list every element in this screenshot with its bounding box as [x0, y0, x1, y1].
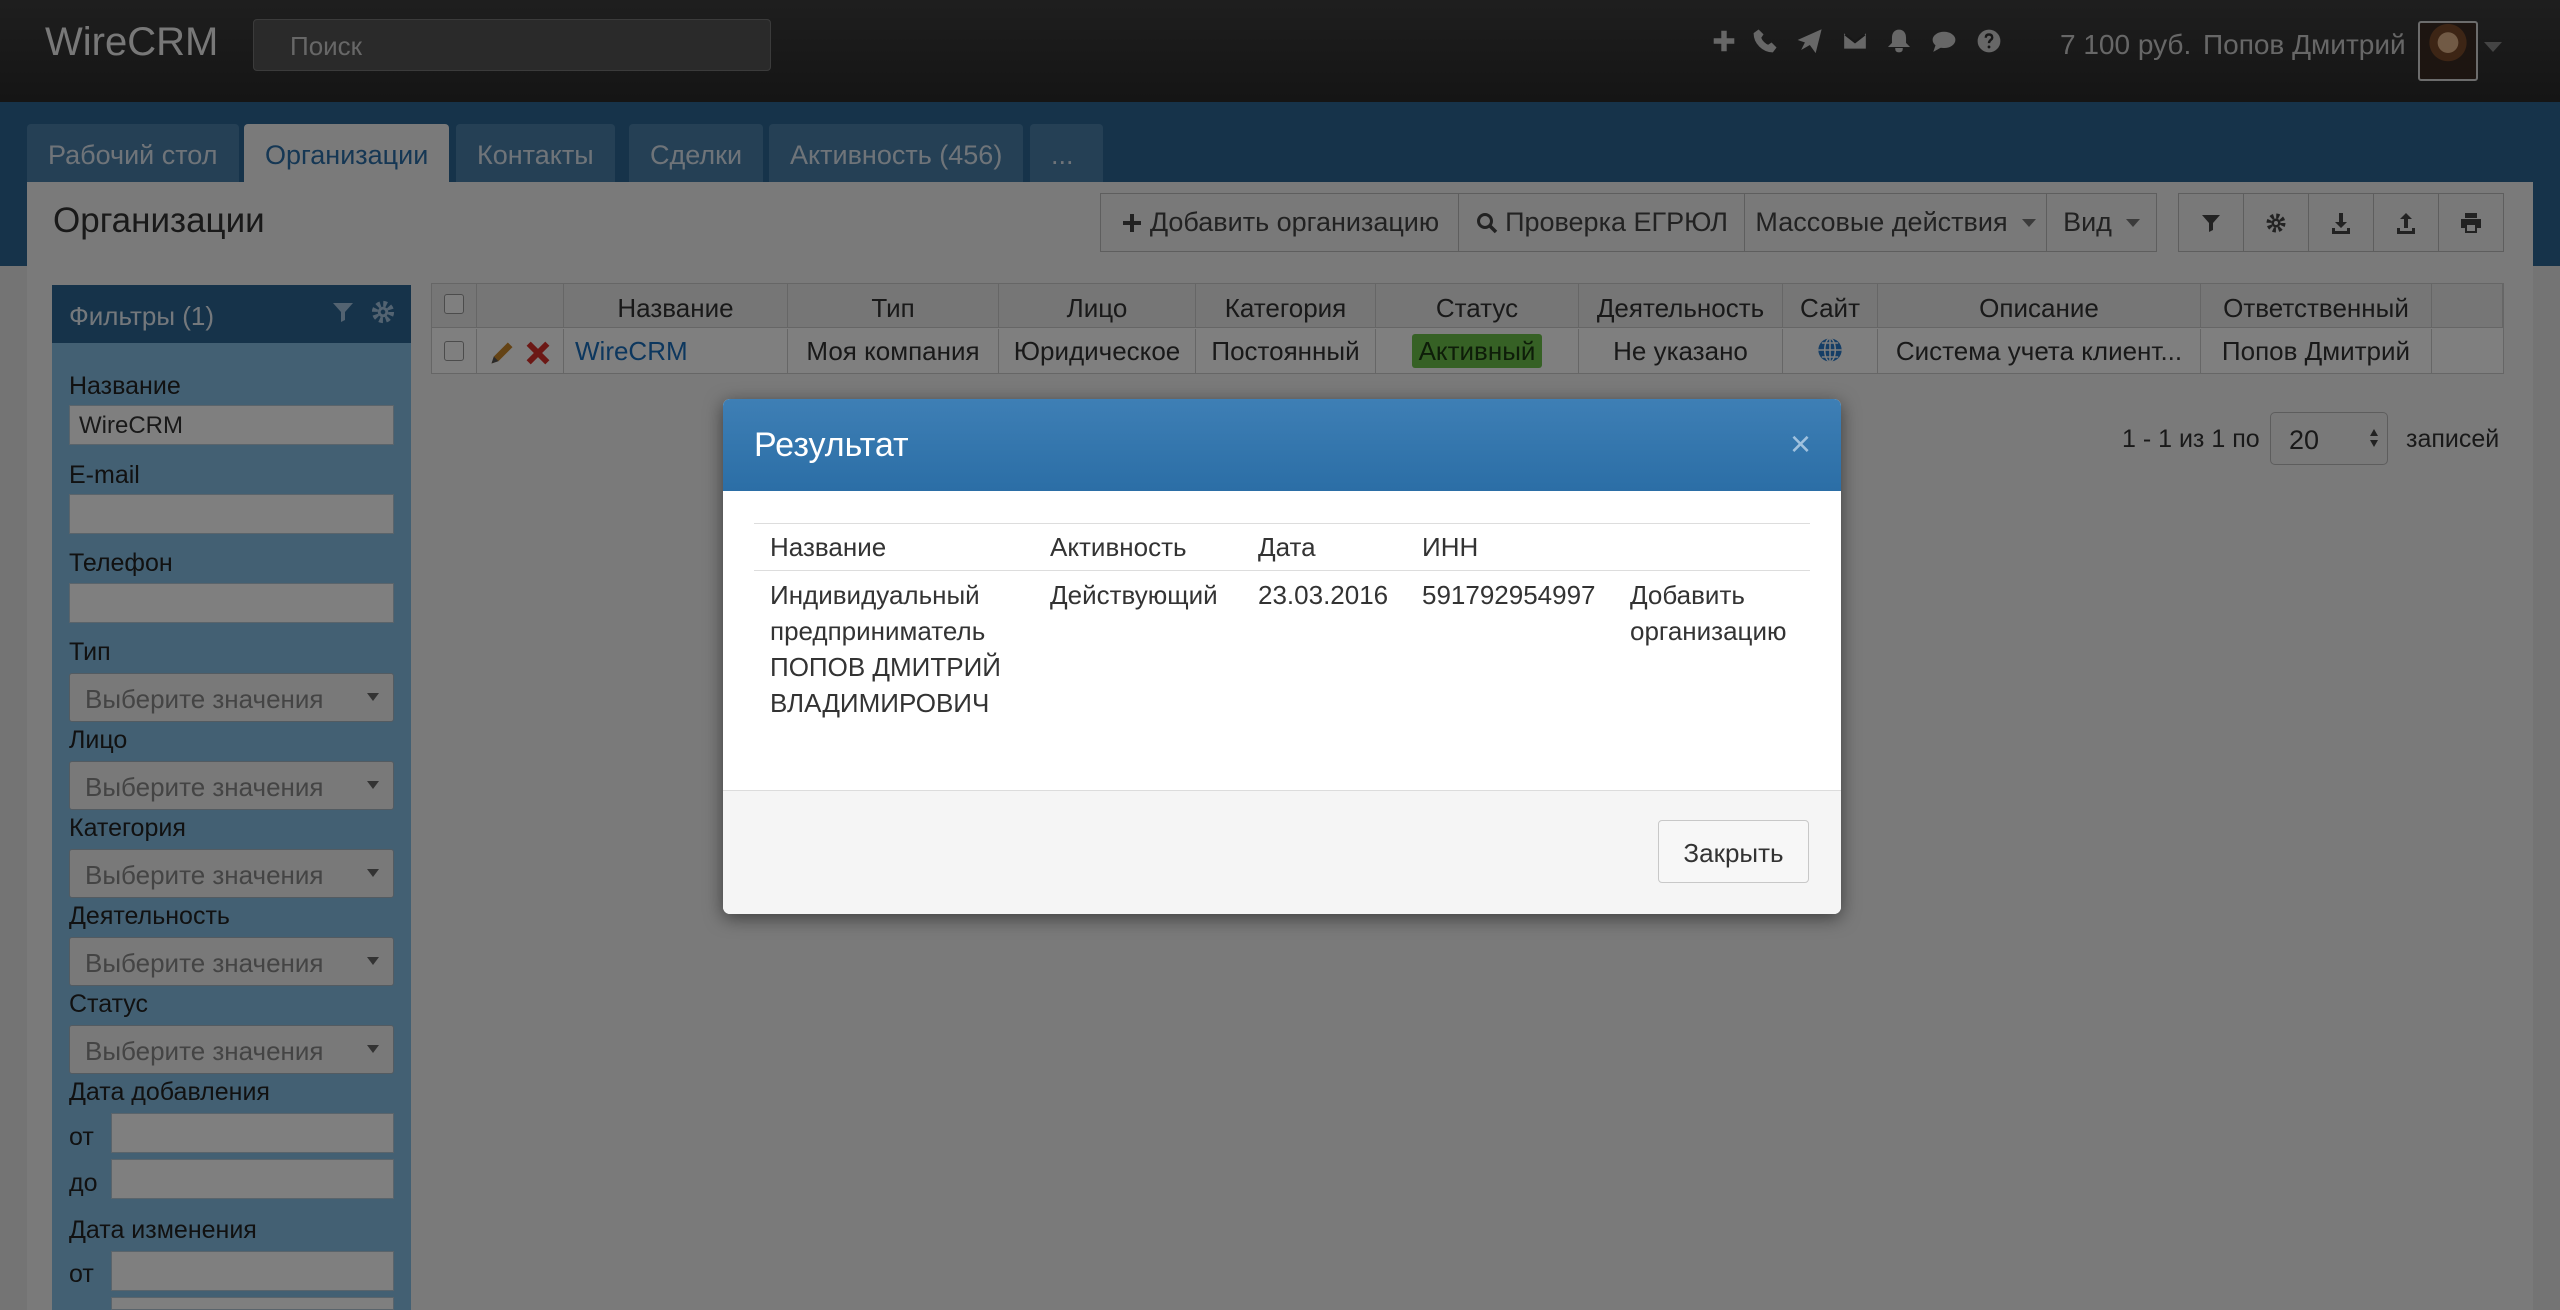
- result-name-line: Индивидуальный: [770, 580, 980, 610]
- result-header-name: Название: [770, 532, 887, 562]
- result-date: 23.03.2016: [1258, 580, 1389, 610]
- result-name-line: ПОПОВ ДМИТРИЙ: [770, 652, 1001, 682]
- result-header-inn: ИНН: [1422, 532, 1479, 562]
- add-organization-link-line[interactable]: Добавить: [1630, 577, 1786, 613]
- result-name: Индивидуальный предприниматель ПОПОВ ДМИ…: [770, 577, 1001, 721]
- result-header-date: Дата: [1258, 532, 1316, 562]
- close-icon[interactable]: ×: [1790, 423, 1811, 465]
- dialog-title: Результат: [754, 426, 909, 464]
- table-top-border: [754, 523, 1810, 524]
- result-name-line: предприниматель: [770, 616, 986, 646]
- result-name-line: ВЛАДИМИРОВИЧ: [770, 688, 990, 718]
- close-button[interactable]: Закрыть: [1658, 820, 1809, 883]
- add-organization-link-line[interactable]: организацию: [1630, 613, 1786, 649]
- result-activity: Действующий: [1050, 580, 1218, 610]
- table-header-border: [754, 570, 1810, 571]
- result-header-activity: Активность: [1050, 532, 1187, 562]
- result-inn: 591792954997: [1422, 580, 1596, 610]
- result-dialog: Результат × Название Активность Дата ИНН…: [723, 399, 1841, 914]
- add-organization-link[interactable]: Добавить организацию: [1630, 577, 1786, 649]
